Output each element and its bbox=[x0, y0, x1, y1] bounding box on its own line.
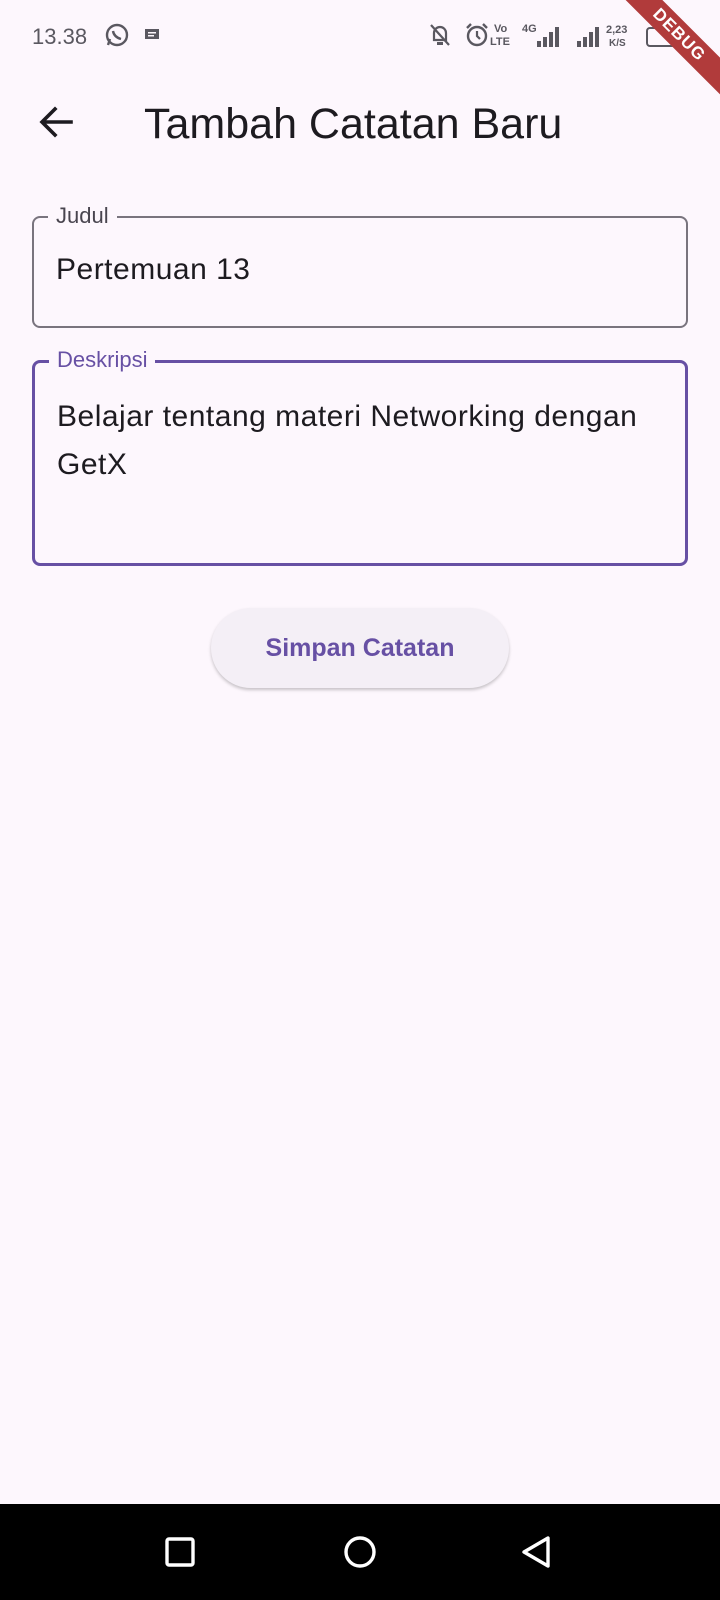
description-field-label: Deskripsi bbox=[49, 346, 156, 374]
network-type: 4G bbox=[522, 23, 537, 35]
save-note-button[interactable]: Simpan Catatan bbox=[211, 608, 509, 688]
speed-unit: K/S bbox=[609, 38, 626, 49]
title-field-value[interactable]: Pertemuan 13 bbox=[56, 253, 250, 287]
volte-top: Vo bbox=[494, 23, 508, 35]
title-field[interactable]: Judul Pertemuan 13 bbox=[32, 202, 688, 328]
signal-icon bbox=[576, 26, 600, 53]
back-button[interactable] bbox=[26, 94, 86, 154]
alarm-icon bbox=[464, 22, 490, 53]
volte-bottom: LTE bbox=[490, 36, 510, 48]
app-bar: Tambah Catatan Baru bbox=[0, 72, 720, 184]
bell-off-icon bbox=[428, 22, 452, 53]
arrow-left-icon bbox=[38, 105, 74, 143]
description-field-value[interactable]: Belajar tentang materi Networking dengan… bbox=[57, 393, 663, 489]
navigation-bar bbox=[0, 1504, 720, 1600]
signal-icon bbox=[536, 26, 560, 53]
recent-apps-icon[interactable] bbox=[158, 1530, 202, 1574]
status-time: 13.38 bbox=[32, 24, 88, 49]
page-title: Tambah Catatan Baru bbox=[144, 100, 563, 148]
message-icon bbox=[144, 28, 160, 47]
back-icon[interactable] bbox=[514, 1530, 558, 1574]
status-bar: 13.38 Vo LTE 4G 2,23 K/S bbox=[0, 0, 720, 72]
speed-value: 2,23 bbox=[606, 24, 628, 36]
description-field[interactable]: Deskripsi Belajar tentang materi Network… bbox=[32, 346, 688, 566]
title-field-label: Judul bbox=[48, 202, 117, 230]
home-icon[interactable] bbox=[338, 1530, 382, 1574]
whatsapp-icon bbox=[104, 22, 130, 53]
